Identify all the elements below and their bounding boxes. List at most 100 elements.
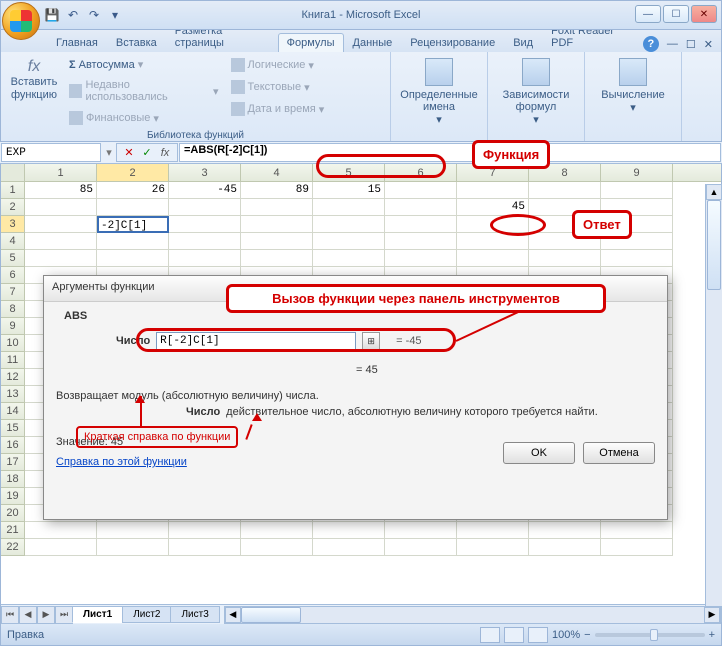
cell[interactable] [169,539,241,556]
zoom-slider[interactable] [595,633,705,637]
formula-input[interactable]: =ABS(R[-2]C[1]) [179,143,721,162]
row-header[interactable]: 21 [1,522,25,539]
cell[interactable] [169,199,241,216]
sheet-tab[interactable]: Лист2 [122,606,171,623]
horizontal-scrollbar[interactable]: ◀ ▶ [224,606,721,624]
row-header[interactable]: 6 [1,267,25,284]
cell[interactable] [385,216,457,233]
row-header[interactable]: 13 [1,386,25,403]
cell[interactable] [97,250,169,267]
cell[interactable]: 15 [313,182,385,199]
scroll-up-icon[interactable]: ▲ [706,184,722,200]
cell[interactable] [241,233,313,250]
row-header[interactable]: 22 [1,539,25,556]
cell[interactable] [385,522,457,539]
cell[interactable] [313,539,385,556]
cell[interactable] [313,250,385,267]
name-box[interactable]: EXP [1,143,101,162]
cell[interactable] [529,522,601,539]
office-button[interactable] [2,2,40,40]
cell[interactable] [457,250,529,267]
zoom-in-icon[interactable]: + [709,629,715,641]
cell[interactable] [457,522,529,539]
enter-formula-icon[interactable]: ✓ [139,145,155,161]
row-header[interactable]: 14 [1,403,25,420]
cell[interactable] [169,522,241,539]
cell[interactable] [241,539,313,556]
insert-fx-icon[interactable]: fx [157,145,173,161]
sheet-nav-last-icon[interactable]: ⏭ [55,606,73,624]
cell[interactable] [97,522,169,539]
tab-home[interactable]: Главная [47,33,107,52]
tab-review[interactable]: Рецензирование [401,33,504,52]
tab-insert[interactable]: Вставка [107,33,166,52]
row-header[interactable]: 11 [1,352,25,369]
row-header[interactable]: 8 [1,301,25,318]
row-header[interactable]: 19 [1,488,25,505]
row-header[interactable]: 16 [1,437,25,454]
cell[interactable] [385,539,457,556]
cell[interactable] [313,199,385,216]
sheet-nav-first-icon[interactable]: ⏮ [1,606,19,624]
cell[interactable]: 26 [97,182,169,199]
row-header[interactable]: 4 [1,233,25,250]
defined-names-button[interactable]: Определенные имена ▾ [395,54,483,126]
help-link[interactable]: Справка по этой функции [56,456,187,468]
cell[interactable] [601,250,673,267]
cell[interactable] [529,182,601,199]
row-header[interactable]: 9 [1,318,25,335]
cell[interactable] [25,539,97,556]
sheet-tab[interactable]: Лист3 [170,606,219,623]
cell[interactable] [97,539,169,556]
cell[interactable] [313,216,385,233]
cell[interactable] [241,250,313,267]
cell[interactable] [385,233,457,250]
maximize-button[interactable]: ☐ [663,5,689,23]
cell[interactable] [601,522,673,539]
row-header[interactable]: 1 [1,182,25,199]
row-header[interactable]: 18 [1,471,25,488]
cancel-formula-icon[interactable]: ✕ [121,145,137,161]
sheet-tab[interactable]: Лист1 [72,606,123,623]
cell[interactable] [385,250,457,267]
tab-formulas[interactable]: Формулы [278,33,344,52]
insert-function-button[interactable]: fx Вставить функцию [5,54,63,129]
select-all-corner[interactable] [1,164,25,181]
cell[interactable] [457,182,529,199]
cell[interactable] [529,539,601,556]
scroll-right-icon[interactable]: ▶ [704,607,720,623]
scroll-thumb[interactable] [707,200,721,290]
minimize-button[interactable]: — [635,5,661,23]
cell[interactable] [97,233,169,250]
cell[interactable]: 85 [25,182,97,199]
cell[interactable] [25,199,97,216]
cell[interactable] [313,522,385,539]
cell[interactable] [25,522,97,539]
cancel-button[interactable]: Отмена [583,442,655,464]
row-header[interactable]: 17 [1,454,25,471]
col-header[interactable]: 4 [241,164,313,181]
cell[interactable] [385,182,457,199]
row-header[interactable]: 3 [1,216,25,233]
text-button[interactable]: Текстовые ▾ [227,78,314,96]
datetime-button[interactable]: Дата и время ▾ [227,100,329,118]
qat-undo-icon[interactable]: ↶ [64,6,82,24]
cell[interactable] [97,199,169,216]
recently-used-button[interactable]: Недавно использовались ▾ [65,77,223,105]
cell[interactable] [25,216,97,233]
logical-button[interactable]: Логические ▾ [227,56,318,74]
doc-minimize-icon[interactable]: — [667,38,678,50]
cell[interactable] [457,539,529,556]
row-header[interactable]: 7 [1,284,25,301]
qat-dropdown-icon[interactable]: ▾ [106,6,124,24]
hscroll-thumb[interactable] [241,607,301,623]
qat-save-icon[interactable]: 💾 [43,6,61,24]
col-header[interactable]: 2 [97,164,169,181]
doc-close-icon[interactable]: ✕ [704,38,713,51]
doc-restore-icon[interactable]: ☐ [686,38,696,51]
zoom-level[interactable]: 100% [552,629,580,641]
sheet-nav-prev-icon[interactable]: ◀ [19,606,37,624]
cell[interactable] [169,250,241,267]
vertical-scrollbar[interactable]: ▲ ▼ [705,184,722,622]
row-header[interactable]: 5 [1,250,25,267]
